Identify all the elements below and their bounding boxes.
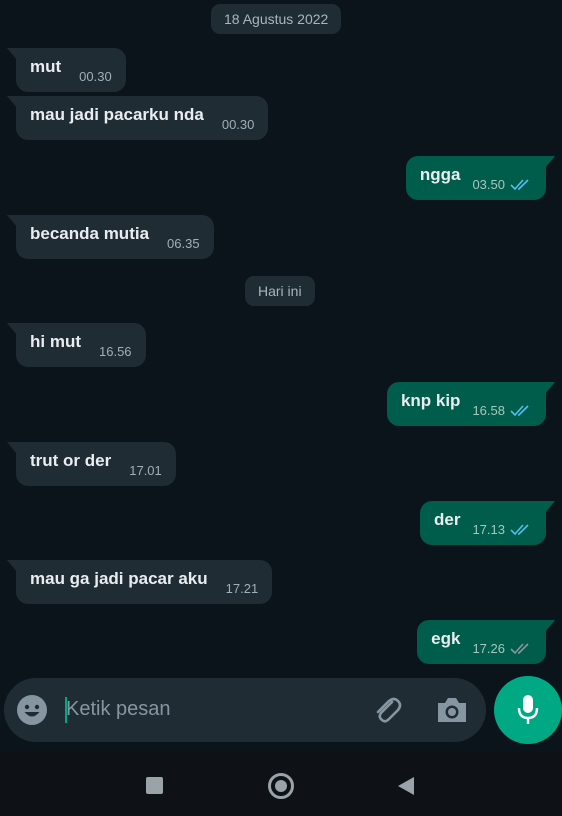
message-text: ngga (419, 165, 461, 184)
message-text: mut (30, 57, 62, 76)
message-bubble-incoming[interactable]: hi mut 16.56 (7, 323, 146, 367)
message-time: 16.56 (99, 343, 132, 359)
read-ticks-icon (510, 404, 529, 416)
message-time: 03.50 (472, 176, 505, 192)
recents-square-icon[interactable] (146, 777, 163, 794)
read-ticks-icon (510, 523, 529, 535)
message-time: 06.35 (167, 235, 200, 251)
emoji-icon[interactable] (16, 694, 48, 726)
message-text: mau ga jadi pacar aku (30, 569, 208, 588)
camera-icon[interactable] (435, 694, 469, 726)
back-triangle-icon[interactable] (396, 776, 416, 796)
message-time: 17.21 (225, 580, 259, 596)
message-bubble-outgoing[interactable]: ngga 03.50 (405, 156, 556, 200)
message-text: trut or der (30, 451, 112, 470)
message-text: hi mut (30, 332, 81, 351)
message-text: becanda mutia (30, 224, 150, 243)
date-chip: 18 Agustus 2022 (211, 4, 342, 34)
read-ticks-icon (510, 178, 529, 190)
message-input[interactable]: Ketik pesan (66, 698, 171, 721)
message-bubble-incoming[interactable]: mut 00.30 (7, 48, 126, 92)
paperclip-icon[interactable] (370, 692, 404, 726)
message-time: 00.30 (79, 68, 112, 84)
message-composer: Ketik pesan (4, 678, 486, 742)
message-time: 17.26 (472, 640, 505, 656)
message-text: egk (431, 629, 461, 648)
message-bubble-outgoing[interactable]: egk 17.26 (417, 620, 555, 664)
system-navigation-bar (0, 752, 562, 816)
message-bubble-incoming[interactable]: mau ga jadi pacar aku 17.21 (6, 560, 273, 604)
date-chip-today: Hari ini (245, 276, 315, 306)
message-text: der (433, 510, 461, 529)
home-circle-icon[interactable] (268, 773, 294, 799)
message-time: 00.30 (221, 116, 255, 132)
message-text: mau jadi pacarku nda (30, 105, 204, 124)
message-bubble-incoming[interactable]: trut or der 17.01 (7, 442, 176, 486)
message-bubble-incoming[interactable]: mau jadi pacarku nda 00.30 (6, 96, 269, 140)
message-time: 17.13 (472, 521, 505, 537)
delivered-ticks-icon (510, 642, 529, 654)
message-bubble-incoming[interactable]: becanda mutia 06.35 (7, 215, 214, 259)
message-text: knp kip (400, 391, 461, 410)
message-time: 17.01 (129, 462, 162, 478)
message-bubble-outgoing[interactable]: der 17.13 (419, 501, 556, 545)
message-time: 16.58 (472, 402, 505, 418)
mic-button[interactable] (494, 676, 562, 744)
mic-icon (517, 695, 539, 724)
message-bubble-outgoing[interactable]: knp kip 16.58 (386, 382, 556, 426)
